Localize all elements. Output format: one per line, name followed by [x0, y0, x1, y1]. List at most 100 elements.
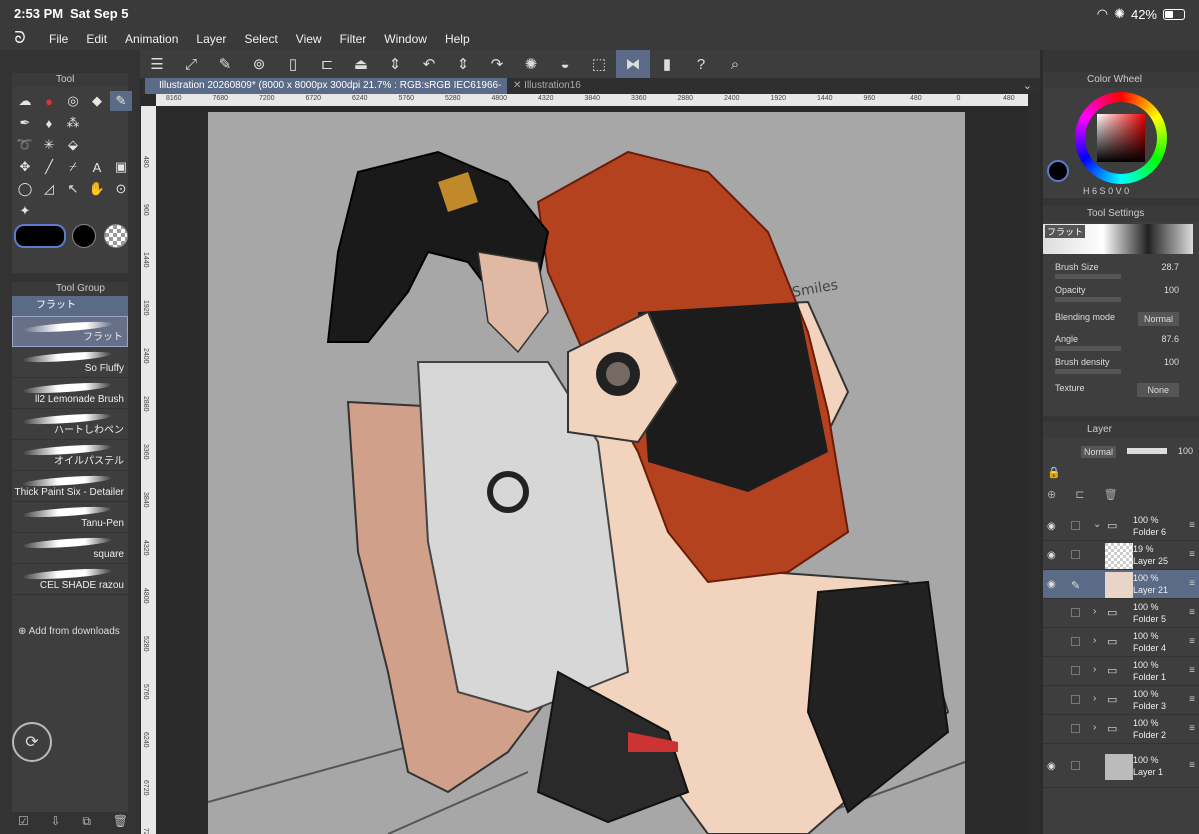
eye-icon[interactable]: ◉: [1047, 550, 1056, 561]
layer-row-folder3[interactable]: › ▭ 100 % Folder 3 ≡: [1043, 686, 1199, 715]
layer-menu-icon[interactable]: ≡: [1189, 723, 1195, 734]
menu-edit[interactable]: Edit: [77, 32, 116, 46]
layer-menu-icon[interactable]: ≡: [1189, 549, 1195, 560]
brush-item[interactable]: Tanu-Pen: [12, 502, 128, 533]
undo-icon[interactable]: ↶: [412, 50, 446, 78]
sparkle-icon[interactable]: ✦: [14, 201, 36, 221]
saturation-value-picker[interactable]: [1097, 114, 1145, 162]
lasso-fill-icon[interactable]: ◎: [62, 91, 84, 111]
rotate-canvas-button[interactable]: ⟳: [12, 722, 52, 762]
brush-item[interactable]: CEL SHADE razou: [12, 564, 128, 595]
current-color-indicator[interactable]: [1047, 160, 1069, 182]
transparent-swatch[interactable]: [104, 224, 128, 248]
blend-drop-icon[interactable]: ●: [38, 91, 60, 111]
brush-density-row[interactable]: Brush density 100: [1055, 357, 1195, 374]
layer-row-layer1[interactable]: ◉ 100 % Layer 1 ≡: [1043, 752, 1199, 788]
layer-checkbox[interactable]: [1071, 608, 1080, 617]
menu-animation[interactable]: Animation: [116, 32, 187, 46]
fill-icon[interactable]: ◒: [548, 50, 582, 78]
brush-size-slider[interactable]: [1055, 274, 1121, 279]
layer-checkbox[interactable]: [1071, 637, 1080, 646]
folder-icon[interactable]: ⊏: [1075, 489, 1092, 501]
duplicate-icon[interactable]: ⧉: [82, 814, 91, 829]
layer-checkbox[interactable]: [1071, 695, 1080, 704]
brush-tool-icon[interactable]: ✎: [110, 91, 132, 111]
menu-icon[interactable]: ☰: [140, 50, 174, 78]
download-icon[interactable]: ⇩: [51, 814, 61, 829]
speech-bubble-icon[interactable]: ◯: [14, 179, 36, 199]
loading-icon[interactable]: ✺: [514, 50, 548, 78]
text-icon[interactable]: A: [86, 157, 108, 177]
eye-icon[interactable]: ◉: [1047, 761, 1056, 772]
redo-icon[interactable]: ↷: [480, 50, 514, 78]
chevron-right-icon[interactable]: ›: [1093, 664, 1096, 675]
layer-checkbox[interactable]: [1071, 550, 1080, 559]
trash-icon[interactable]: 🗑: [113, 814, 128, 829]
app-logo-icon[interactable]: ᘐ: [0, 30, 40, 48]
companion-icon[interactable]: ⊚: [242, 50, 276, 78]
layer-row-layer21[interactable]: ◉ ✎ 100 % Layer 21 ≡: [1043, 570, 1199, 599]
help-icon[interactable]: ?: [684, 50, 718, 78]
layer-checkbox[interactable]: [1071, 521, 1080, 530]
spray-icon[interactable]: ⁂: [62, 113, 84, 133]
search-icon[interactable]: ⌕: [718, 50, 752, 78]
open-folder-icon[interactable]: ⊏: [310, 50, 344, 78]
lasso-icon[interactable]: ➰: [14, 135, 36, 155]
lock-icon[interactable]: 🔒: [1047, 467, 1069, 479]
chevron-down-icon[interactable]: ⌄: [1093, 519, 1101, 530]
chevron-down-icon[interactable]: ⌄: [1023, 79, 1032, 92]
blend-icon[interactable]: ♦: [38, 113, 60, 133]
menu-view[interactable]: View: [287, 32, 331, 46]
layer-row-folder4[interactable]: › ▭ 100 % Folder 4 ≡: [1043, 628, 1199, 657]
brush-item[interactable]: ll2 Lemonade Brush: [12, 378, 128, 409]
brush-item[interactable]: オイルパステル: [12, 440, 128, 471]
tab-active-document[interactable]: Illustration 20260809* (8000 x 8000px 30…: [145, 78, 507, 107]
layer-menu-icon[interactable]: ≡: [1189, 636, 1195, 647]
cloud-brush-icon[interactable]: ☁: [14, 91, 36, 111]
layer-checkbox[interactable]: [1071, 724, 1080, 733]
menu-select[interactable]: Select: [235, 32, 286, 46]
rotate-icon[interactable]: ⊙: [110, 179, 132, 199]
eyedropper-icon[interactable]: ⌿: [62, 157, 84, 177]
settings-check-icon[interactable]: ☑: [18, 814, 29, 829]
layer-row-folder2[interactable]: › ▭ 100 % Folder 2 ≡: [1043, 715, 1199, 744]
edit-icon[interactable]: ✎: [208, 50, 242, 78]
eye-icon[interactable]: ◉: [1047, 579, 1056, 590]
layer-checkbox[interactable]: [1071, 761, 1080, 770]
flip-icon[interactable]: ⧓: [616, 50, 650, 78]
blending-mode-row[interactable]: Blending mode Normal: [1055, 312, 1195, 326]
layer-menu-icon[interactable]: ≡: [1189, 694, 1195, 705]
menu-layer[interactable]: Layer: [187, 32, 235, 46]
opacity-slider[interactable]: [1055, 297, 1121, 302]
texture-row[interactable]: Texture None: [1055, 383, 1195, 397]
tab-illustration16[interactable]: ✕ Illustration16: [513, 78, 581, 94]
texture-select[interactable]: None: [1137, 383, 1179, 397]
hand-icon[interactable]: ✋: [86, 179, 108, 199]
brush-item[interactable]: ハートしわペン: [12, 409, 128, 440]
layer-opacity-slider[interactable]: [1127, 448, 1167, 454]
layer-row-folder6[interactable]: ◉ ⌄ ▭ 100 % Folder 6 ≡: [1043, 512, 1199, 541]
chevron-right-icon[interactable]: ›: [1093, 722, 1096, 733]
opacity-row[interactable]: Opacity 100: [1055, 285, 1195, 302]
eye-icon[interactable]: ◉: [1047, 521, 1056, 532]
stepper2-icon[interactable]: ⇕: [446, 50, 480, 78]
angle-slider[interactable]: [1055, 346, 1121, 351]
brush-size-row[interactable]: Brush Size 28.7: [1055, 262, 1195, 279]
fill-bucket-icon[interactable]: ⬙: [62, 135, 84, 155]
brush-item[interactable]: Thick Paint Six - Detailer: [12, 471, 128, 502]
move-layer-icon[interactable]: ✥: [14, 157, 36, 177]
layer-menu-icon[interactable]: ≡: [1189, 520, 1195, 531]
brush-item[interactable]: So Fluffy: [12, 347, 128, 378]
layer-row-folder5[interactable]: › ▭ 100 % Folder 5 ≡: [1043, 599, 1199, 628]
device-icon[interactable]: ▮: [650, 50, 684, 78]
chevron-right-icon[interactable]: ›: [1093, 635, 1096, 646]
add-from-downloads-button[interactable]: ⊕ Add from downloads: [18, 626, 120, 637]
brush-item[interactable]: square: [12, 533, 128, 564]
menu-help[interactable]: Help: [436, 32, 479, 46]
artboard[interactable]: Smiles: [208, 112, 965, 834]
layer-row-folder1[interactable]: › ▭ 100 % Folder 1 ≡: [1043, 657, 1199, 686]
pen-icon[interactable]: ✒: [14, 113, 36, 133]
fit-screen-icon[interactable]: ⤢: [174, 50, 208, 78]
main-color-swatch[interactable]: [14, 224, 66, 248]
menu-file[interactable]: File: [40, 32, 77, 46]
